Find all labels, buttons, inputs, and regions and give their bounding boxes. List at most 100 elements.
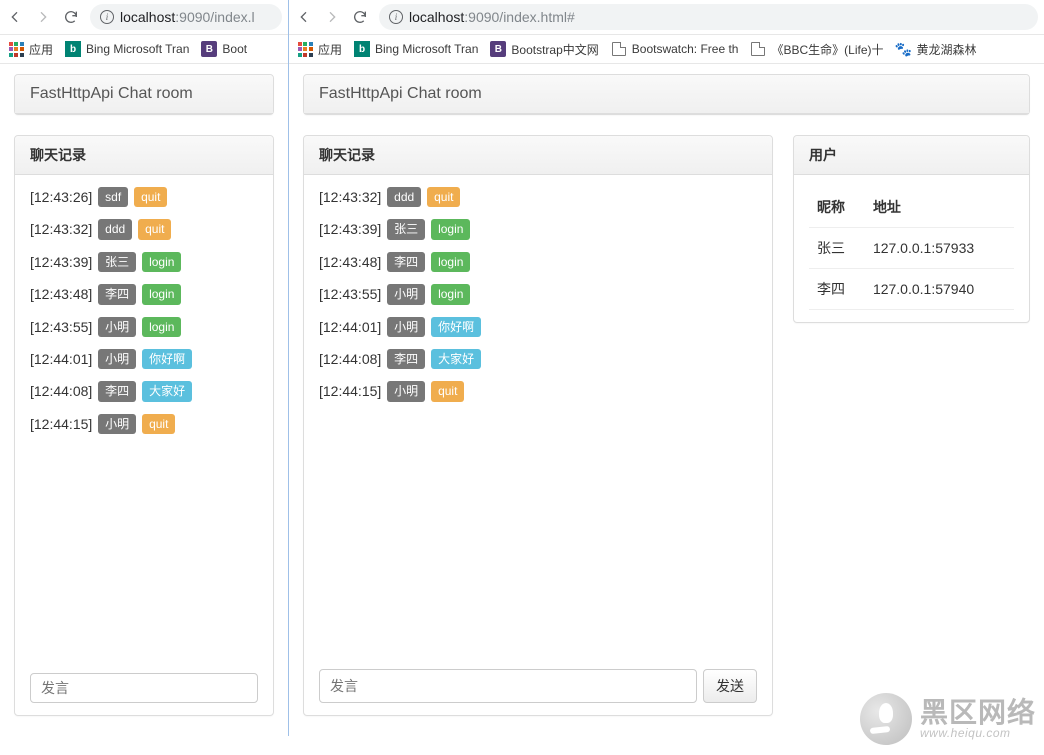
page-title: FastHttpApi Chat room	[15, 75, 273, 114]
message-user: 李四	[387, 252, 425, 272]
message-time: [12:43:32]	[319, 189, 381, 205]
message-user: 张三	[98, 252, 136, 272]
message-action: quit	[134, 187, 167, 207]
message-action: quit	[138, 219, 171, 239]
message-time: [12:44:15]	[319, 383, 381, 399]
message-input[interactable]	[30, 673, 258, 703]
message-time: [12:44:01]	[319, 319, 381, 335]
chat-message: [12:43:39] 张三 login	[319, 219, 757, 239]
message-user: 小明	[98, 349, 136, 369]
chat-message: [12:43:26] sdf quit	[30, 187, 258, 207]
back-button[interactable]	[295, 8, 313, 26]
message-list: [12:43:32] ddd quit [12:43:39] 张三 login …	[319, 187, 757, 414]
message-user: 小明	[387, 381, 425, 401]
bookmark-item[interactable]: Bootswatch: Free th	[611, 41, 739, 57]
message-action: login	[142, 317, 181, 337]
message-action: login	[431, 252, 470, 272]
user-name: 张三	[809, 228, 865, 269]
bookmark-item[interactable]: 应用	[297, 41, 342, 58]
chat-panel: 聊天记录 [12:43:32] ddd quit [12:43:39] 张三 l…	[303, 135, 773, 716]
users-table: 昵称 地址 张三 127.0.0.1:57933 李四 127.0.0.1:57…	[809, 187, 1014, 310]
chat-message: [12:43:39] 张三 login	[30, 252, 258, 272]
bookmark-label: 应用	[318, 41, 342, 58]
message-user: 小明	[387, 284, 425, 304]
bookmark-item[interactable]: bBing Microsoft Tran	[354, 41, 478, 57]
message-action: 大家好	[142, 381, 192, 401]
message-action: 你好啊	[431, 317, 481, 337]
site-info-icon[interactable]: i	[100, 10, 114, 24]
back-button[interactable]	[6, 8, 24, 26]
bookmarks-bar: 应用 bBing Microsoft Tran BBoot	[0, 34, 288, 64]
send-button[interactable]: 发送	[703, 669, 757, 703]
chat-message: [12:44:08] 李四 大家好	[30, 381, 258, 401]
message-action: quit	[427, 187, 460, 207]
bookmark-label: Bing Microsoft Tran	[375, 42, 478, 56]
chat-message: [12:44:15] 小明 quit	[30, 414, 258, 434]
reload-button[interactable]	[62, 8, 80, 26]
message-list: [12:43:26] sdf quit [12:43:32] ddd quit …	[30, 187, 258, 446]
message-action: login	[431, 284, 470, 304]
reload-button[interactable]	[351, 8, 369, 26]
message-time: [12:44:08]	[319, 351, 381, 367]
chat-message: [12:43:48] 李四 login	[30, 284, 258, 304]
bookmark-label: 《BBC生命》(Life)十	[771, 41, 883, 58]
message-action: 大家好	[431, 349, 481, 369]
bookmark-label: Boot	[222, 42, 247, 56]
message-time: [12:43:39]	[319, 221, 381, 237]
bookmark-item[interactable]: BBootstrap中文网	[490, 41, 598, 58]
message-time: [12:43:55]	[319, 286, 381, 302]
users-panel: 用户 昵称 地址 张三 127.0.0.1:57933 李四 127.0.0.1…	[793, 135, 1030, 323]
chat-message: [12:44:08] 李四 大家好	[319, 349, 757, 369]
browser-toolbar: i localhost:9090/index.l	[0, 0, 288, 34]
bookmark-label: Bootswatch: Free th	[632, 42, 739, 56]
message-user: ddd	[387, 187, 421, 207]
title-panel: FastHttpApi Chat room	[303, 74, 1030, 115]
user-addr: 127.0.0.1:57933	[865, 228, 1014, 269]
user-name: 李四	[809, 269, 865, 310]
chat-message: [12:43:32] ddd quit	[30, 219, 258, 239]
url-text: localhost:9090/index.l	[120, 9, 255, 25]
bookmark-item[interactable]: BBoot	[201, 41, 247, 57]
message-user: 李四	[98, 381, 136, 401]
message-time: [12:44:15]	[30, 416, 92, 432]
page-title: FastHttpApi Chat room	[304, 75, 1029, 114]
message-user: 张三	[387, 219, 425, 239]
bookmark-item[interactable]: 应用	[8, 41, 53, 58]
chat-heading: 聊天记录	[15, 136, 273, 175]
bookmark-label: Bootstrap中文网	[511, 41, 598, 58]
message-action: quit	[142, 414, 175, 434]
forward-button[interactable]	[323, 8, 341, 26]
chat-message: [12:44:15] 小明 quit	[319, 381, 757, 401]
message-input[interactable]	[319, 669, 697, 703]
message-time: [12:43:48]	[30, 286, 92, 302]
address-bar[interactable]: i localhost:9090/index.html#	[379, 4, 1038, 30]
bookmark-item[interactable]: 《BBC生命》(Life)十	[750, 41, 883, 58]
message-user: sdf	[98, 187, 128, 207]
table-row: 李四 127.0.0.1:57940	[809, 269, 1014, 310]
bookmark-label: 应用	[29, 41, 53, 58]
bookmark-item[interactable]: 🐾黄龙湖森林	[896, 41, 977, 58]
url-text: localhost:9090/index.html#	[409, 9, 575, 25]
site-info-icon[interactable]: i	[389, 10, 403, 24]
table-row: 张三 127.0.0.1:57933	[809, 228, 1014, 269]
message-user: ddd	[98, 219, 132, 239]
users-col-addr: 地址	[865, 187, 1014, 228]
chat-message: [12:43:55] 小明 login	[319, 284, 757, 304]
chat-message: [12:44:01] 小明 你好啊	[30, 349, 258, 369]
message-time: [12:43:48]	[319, 254, 381, 270]
message-action: 你好啊	[142, 349, 192, 369]
message-user: 小明	[98, 414, 136, 434]
title-panel: FastHttpApi Chat room	[14, 74, 274, 115]
bookmark-label: 黄龙湖森林	[917, 41, 977, 58]
bookmark-label: Bing Microsoft Tran	[86, 42, 189, 56]
chat-message: [12:44:01] 小明 你好啊	[319, 317, 757, 337]
message-action: login	[142, 284, 181, 304]
message-user: 小明	[98, 317, 136, 337]
message-action: login	[142, 252, 181, 272]
address-bar[interactable]: i localhost:9090/index.l	[90, 4, 282, 30]
message-time: [12:43:39]	[30, 254, 92, 270]
message-action: login	[431, 219, 470, 239]
forward-button[interactable]	[34, 8, 52, 26]
users-heading: 用户	[794, 136, 1029, 175]
bookmark-item[interactable]: bBing Microsoft Tran	[65, 41, 189, 57]
